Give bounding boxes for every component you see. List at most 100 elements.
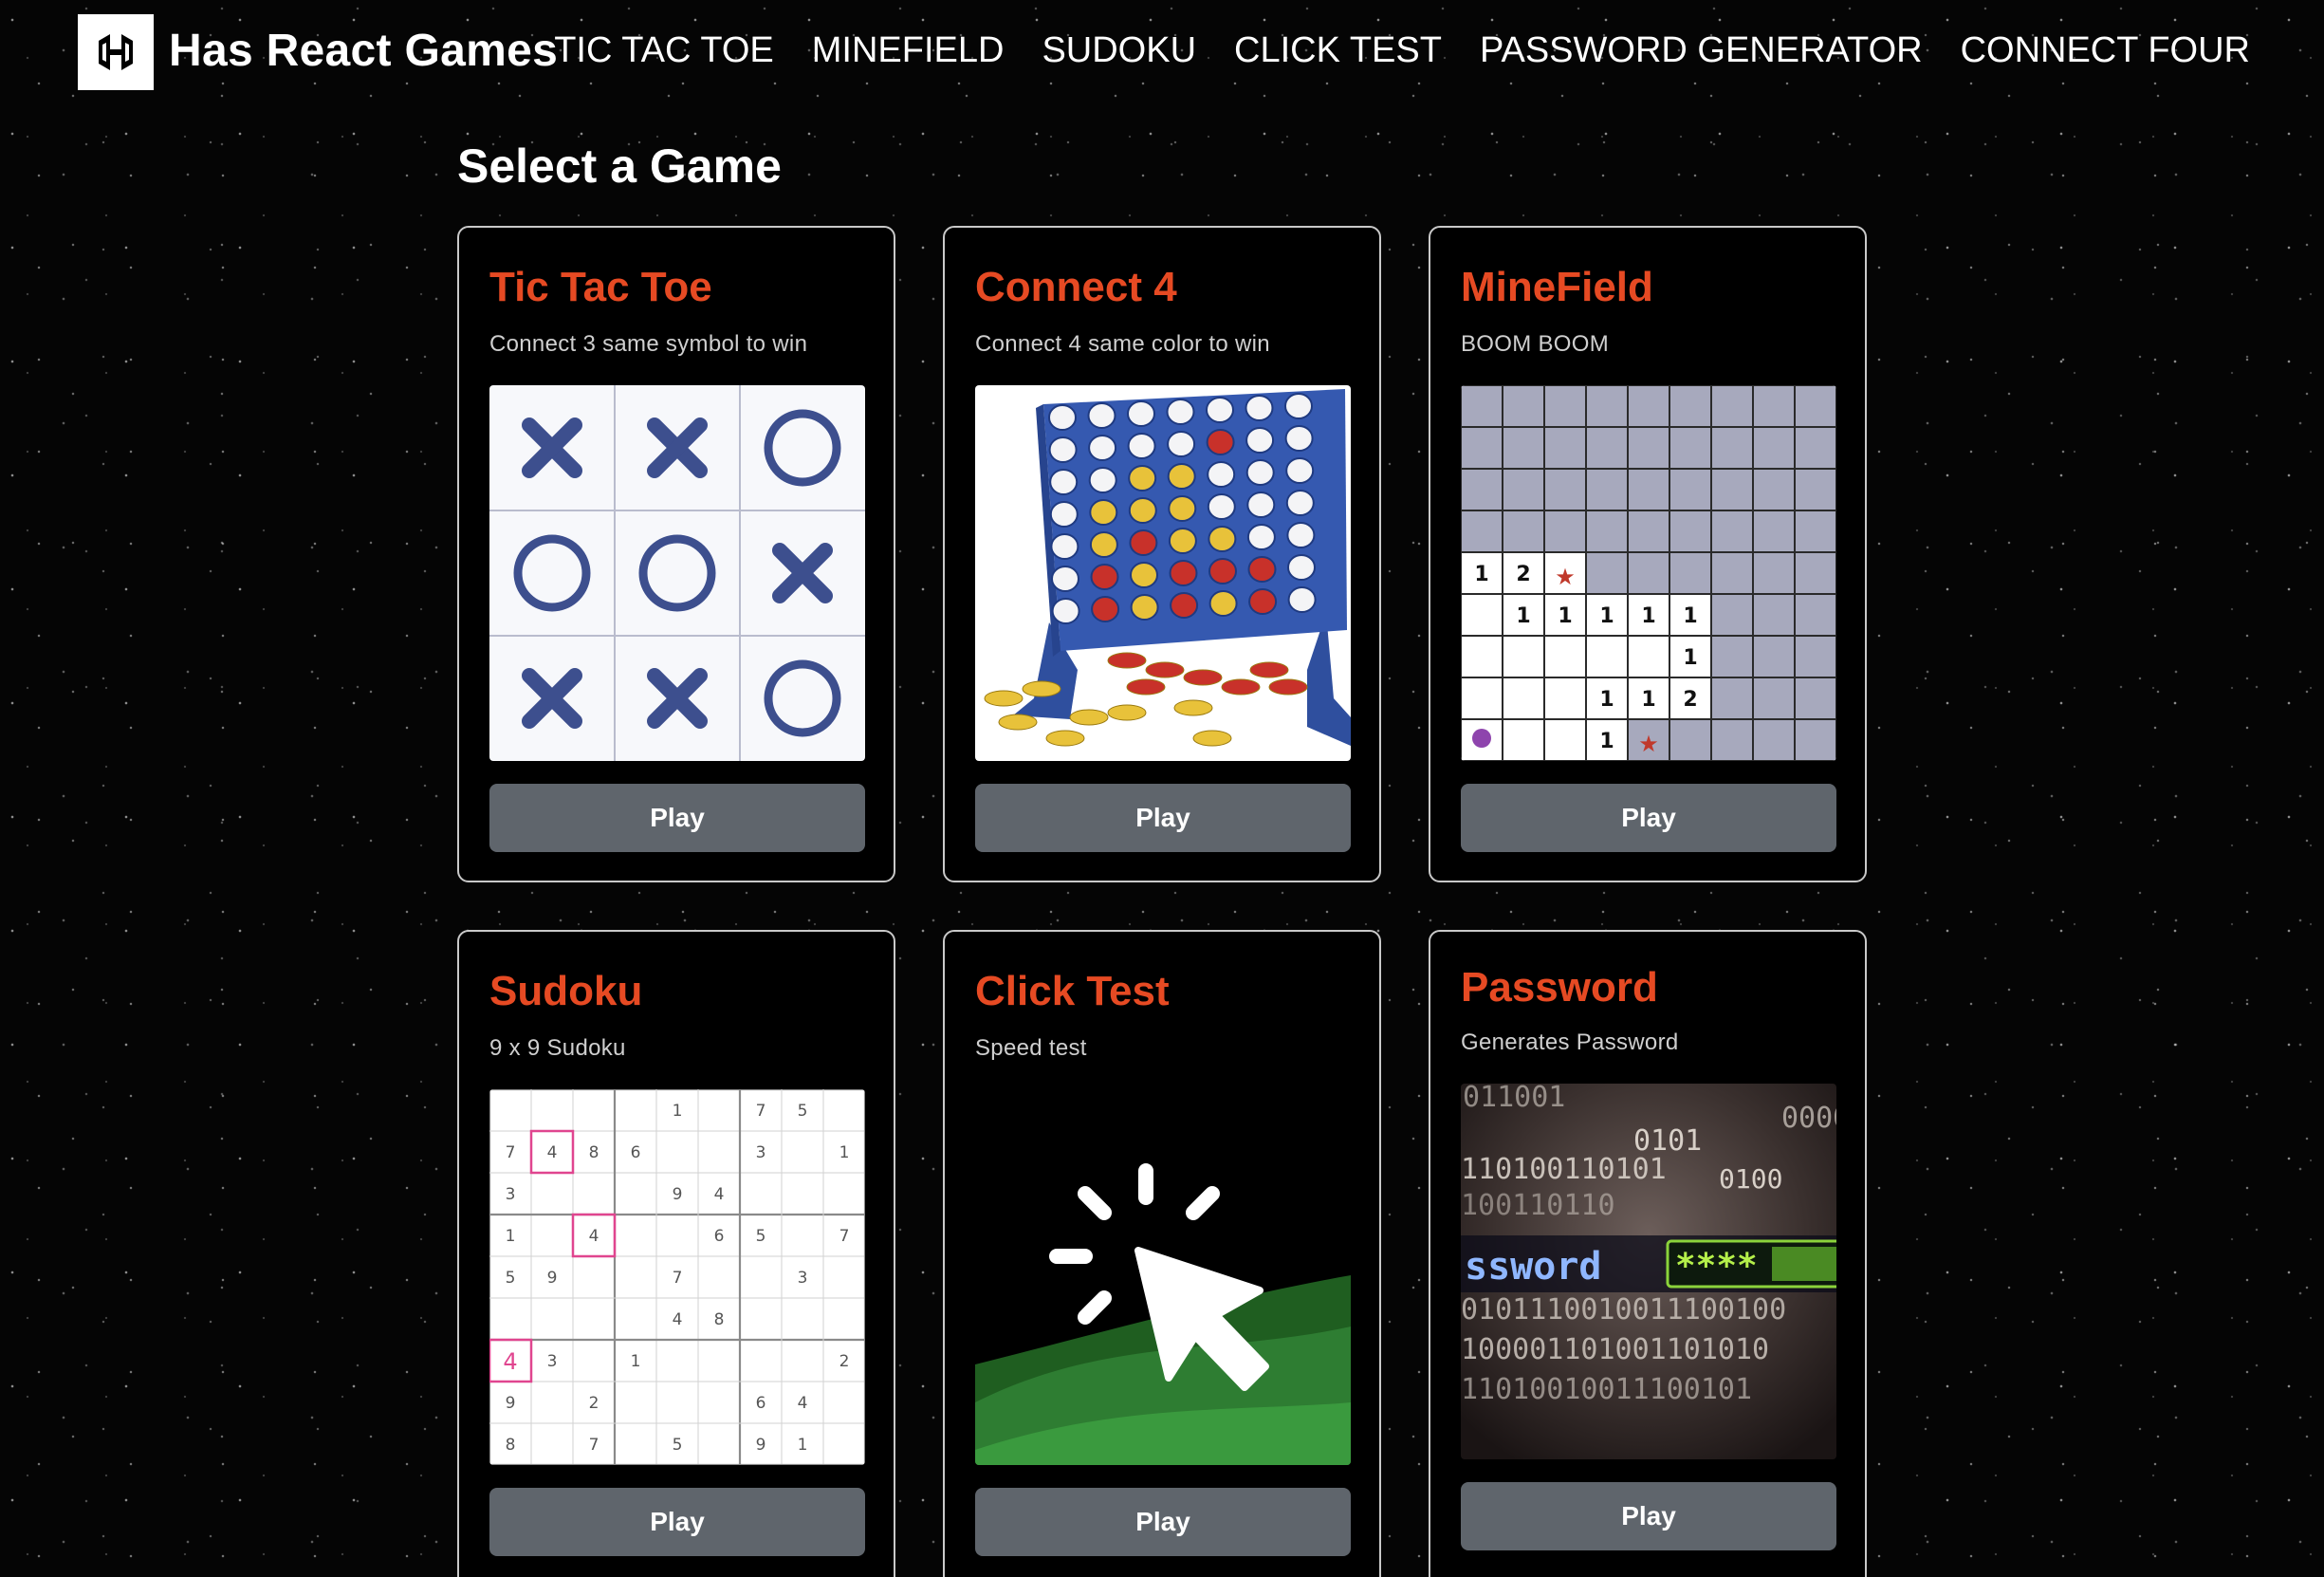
floor-chip (1221, 678, 1261, 696)
nav-link-password-generator[interactable]: PASSWORD GENERATOR (1480, 27, 1923, 74)
minefield-number: 1 (1558, 604, 1572, 628)
minefield-number: 2 (1516, 563, 1530, 586)
card-subtitle: Connect 3 same symbol to win (489, 331, 808, 357)
sudoku-grid: 1 7 5 7 4 8 6 3 1 3 9 4 1 4 6 5 7 5 9 7 3 4 8 4 3 1 2 9 2 6 4 8 7 5 9 1 (489, 1089, 865, 1465)
minefield-cell (1627, 510, 1670, 553)
sudoku-cell-value: 1 (798, 1436, 808, 1455)
minefield-cell (1669, 426, 1712, 470)
floor-chip (1107, 704, 1147, 721)
minefield-number: 2 (1683, 688, 1697, 712)
nav-menu: TIC TAC TOE MINEFIELD SUDOKU CLICK TEST … (554, 27, 2250, 74)
connect-4-chip (1285, 457, 1315, 484)
connect-4-chip (1246, 492, 1276, 518)
connect-4-chip (1207, 461, 1236, 488)
minefield-cell (1502, 510, 1545, 553)
play-button-minefield[interactable]: Play (1461, 784, 1836, 852)
sudoku-cell-value: 7 (756, 1102, 766, 1121)
minefield-cell (1710, 593, 1754, 637)
minefield-cell (1627, 385, 1670, 428)
svg-text:11010010011100101: 11010010011100101 (1461, 1373, 1752, 1406)
svg-text:110100110101: 110100110101 (1461, 1153, 1667, 1186)
minefield-cell (1710, 718, 1754, 761)
sudoku-cell-value: 7 (673, 1269, 683, 1288)
nav-link-click-test[interactable]: CLICK TEST (1234, 27, 1442, 74)
floor-chip (1249, 661, 1289, 678)
minefield-cell (1752, 385, 1796, 428)
minefield-cell (1752, 718, 1796, 761)
connect-4-chip (1245, 427, 1275, 454)
minefield-cell (1585, 385, 1629, 428)
nav-link-minefield[interactable]: MINEFIELD (812, 27, 1005, 74)
minefield-cell (1794, 510, 1836, 553)
connect-4-chip (1129, 529, 1158, 556)
nav-link-sudoku[interactable]: SUDOKU (1042, 27, 1196, 74)
game-card-minefield: MineField BOOM BOOM 1 2 1 1 1 1 1 1 1 1 2 1 ★ ★ Pla… (1429, 226, 1867, 882)
minefield-cell (1461, 510, 1503, 553)
connect-4-chip (1206, 397, 1234, 423)
click-test-image (975, 1089, 1351, 1465)
floor-chip (1183, 669, 1223, 686)
card-subtitle: Speed test (975, 1035, 1087, 1061)
connect-4-chip (1050, 533, 1079, 560)
floor-chip (1022, 680, 1061, 697)
minefield-cell (1543, 510, 1587, 553)
sudoku-cell-value: 6 (714, 1227, 725, 1246)
connect-4-chip (1286, 522, 1316, 548)
connect-4-chip (1206, 429, 1235, 455)
play-button-tic-tac-toe[interactable]: Play (489, 784, 865, 852)
minefield-cell (1710, 635, 1754, 678)
connect-4-chip (1088, 467, 1117, 493)
connect-4-chip (1049, 501, 1079, 528)
minefield-cell (1461, 468, 1503, 511)
card-subtitle: Generates Password (1461, 1030, 1679, 1055)
password-image: 011001 0101 0000 110100110101 0100 10011… (1461, 1084, 1836, 1459)
minefield-cell (1627, 426, 1670, 470)
minefield-cell (1461, 677, 1503, 720)
minefield-cell (1710, 551, 1754, 595)
navbar: Has React Games TIC TAC TOE MINEFIELD SU… (0, 0, 2324, 104)
sudoku-image: 1 7 5 7 4 8 6 3 1 3 9 4 1 4 6 5 7 5 9 7 3 4 8 4 3 1 2 9 2 6 4 8 7 5 9 1 (489, 1089, 865, 1465)
play-button-connect-4[interactable]: Play (975, 784, 1351, 852)
connect-4-chip (1245, 459, 1275, 486)
play-button-password[interactable]: Play (1461, 1482, 1836, 1550)
sudoku-cell-value: 3 (506, 1185, 516, 1204)
minefield-cell (1627, 468, 1670, 511)
sudoku-cell-value: 5 (756, 1227, 766, 1246)
minefield-cell (1794, 551, 1836, 595)
minefield-cell (1627, 551, 1670, 595)
connect-4-chip (1207, 493, 1236, 520)
minefield-cell (1585, 551, 1629, 595)
brand-name[interactable]: Has React Games (169, 23, 558, 80)
mine-icon (1472, 729, 1491, 748)
floor-chip (1173, 699, 1213, 716)
minefield-number: 1 (1516, 604, 1530, 628)
play-button-click-test[interactable]: Play (975, 1488, 1351, 1556)
brand-logo-icon[interactable] (78, 14, 154, 90)
card-title: MineField (1461, 264, 1653, 310)
sudoku-cell-value: 4 (589, 1227, 599, 1246)
connect-4-chip (1208, 526, 1237, 552)
floor-chip (998, 714, 1038, 731)
connect-4-chip (1167, 463, 1196, 490)
tic-tac-toe-board (489, 385, 865, 761)
minefield-cell (1585, 426, 1629, 470)
connect-4-chip (1127, 433, 1156, 459)
nav-link-connect-four[interactable]: CONNECT FOUR (1961, 27, 2250, 74)
floor-chip (984, 690, 1024, 707)
minefield-cell (1794, 718, 1836, 761)
sudoku-cell-value: 9 (756, 1436, 766, 1455)
minefield-cell (1710, 510, 1754, 553)
sudoku-cell-value: 4 (673, 1310, 683, 1329)
floor-chip (1045, 730, 1085, 747)
minefield-cell (1627, 635, 1670, 678)
nav-link-tic-tac-toe[interactable]: TIC TAC TOE (554, 27, 774, 74)
connect-4-chip (1287, 554, 1316, 581)
sudoku-cell-value: 1 (673, 1102, 683, 1121)
play-button-sudoku[interactable]: Play (489, 1488, 865, 1556)
svg-text:0000: 0000 (1781, 1102, 1836, 1135)
sudoku-cell-value: 1 (631, 1352, 641, 1371)
minefield-number: 1 (1683, 604, 1697, 628)
connect-4-chip (1168, 495, 1197, 522)
flag-icon: ★ (1638, 731, 1659, 757)
card-subtitle: Connect 4 same color to win (975, 331, 1270, 357)
